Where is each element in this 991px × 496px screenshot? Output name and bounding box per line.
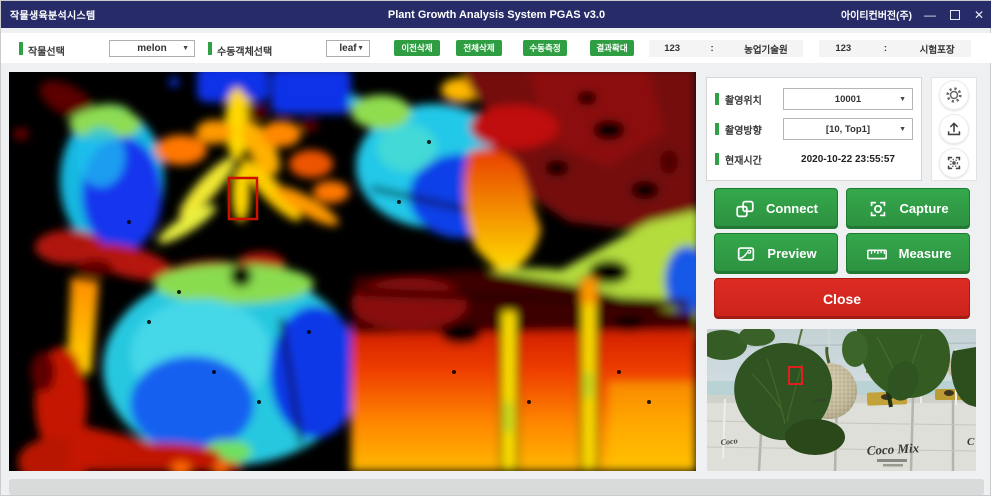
capture-location-dropdown[interactable]: 10001 ▼ — [783, 88, 913, 110]
preview-image-icon — [735, 243, 757, 265]
status-bar — [9, 479, 984, 495]
app-window: 작물생육분석시스템 Plant Growth Analysis System P… — [0, 0, 991, 496]
crop-select-dropdown[interactable]: melon ▼ — [109, 40, 195, 57]
preview-button[interactable]: Preview — [714, 233, 838, 274]
bag-text-partial: C — [967, 436, 975, 448]
ruler-icon — [865, 243, 889, 265]
result-zoom-button[interactable]: 결과확대 — [590, 40, 634, 56]
delete-all-button[interactable]: 전체삭제 — [456, 40, 502, 56]
object-select-dropdown[interactable]: leaf ▼ — [326, 40, 370, 57]
row-marker — [715, 153, 719, 165]
capture-icon — [867, 198, 889, 220]
minimize-icon[interactable]: — — [924, 9, 936, 21]
row-marker — [715, 93, 719, 105]
capture-direction-dropdown[interactable]: [10, Top1] ▼ — [783, 118, 913, 140]
capture-direction-row: 촬영방향 [10, Top1] ▼ — [715, 114, 913, 144]
object-select-label: 수동객체선택 — [217, 43, 272, 58]
photo-preview[interactable]: coco Coco Coco Mix C — [707, 329, 976, 471]
title-bar: 작물생육분석시스템 Plant Growth Analysis System P… — [1, 1, 991, 28]
row-marker — [715, 123, 719, 135]
institute-info-box: 123 : 농업기술원 — [649, 40, 803, 57]
close-button[interactable]: Close — [714, 278, 970, 319]
side-icon-panel — [931, 77, 977, 181]
depth-map-view[interactable] — [9, 72, 696, 471]
company-name: 아이티컨버전(주) — [841, 7, 912, 22]
field-name: 시험포장 — [920, 42, 955, 56]
connect-button[interactable]: Connect — [714, 188, 838, 229]
measure-button[interactable]: Measure — [846, 233, 970, 274]
maximize-icon[interactable] — [950, 10, 960, 20]
bag-text-tiny: coco — [814, 397, 826, 404]
current-time-row: 현재시간 2020-10-22 23:55:57 — [715, 144, 913, 174]
upload-icon — [944, 119, 964, 139]
close-icon[interactable]: ✕ — [974, 9, 984, 21]
toolbar: 작물선택 melon ▼ 수동객체선택 leaf ▼ 이전삭제 전체삭제 수동측… — [1, 33, 991, 63]
crop-select-label: 작물선택 — [28, 43, 65, 58]
current-time-value: 2020-10-22 23:55:57 — [783, 154, 913, 165]
chevron-down-icon: ▼ — [899, 96, 906, 103]
gear-icon — [944, 85, 964, 105]
capture-location-row: 촬영위치 10001 ▼ — [715, 84, 913, 114]
capture-location-label: 촬영위치 — [725, 92, 783, 107]
capture-direction-label: 촬영방향 — [725, 122, 783, 137]
institute-name: 농업기술원 — [744, 42, 788, 56]
manual-measure-button[interactable]: 수동측정 — [523, 40, 567, 56]
bag-text-large: Coco Mix — [866, 440, 920, 458]
settings-button[interactable] — [939, 80, 969, 110]
chevron-down-icon: ▼ — [899, 126, 906, 133]
object-select-marker — [208, 42, 212, 55]
institute-code: 123 — [664, 43, 680, 54]
connect-icon — [734, 198, 756, 220]
chevron-down-icon: ▼ — [357, 45, 364, 52]
auto-focus-button[interactable] — [939, 148, 969, 178]
capture-info-panel: 촬영위치 10001 ▼ 촬영방향 [10, Top1] ▼ 현재시간 2020… — [706, 77, 922, 181]
current-time-label: 현재시간 — [725, 152, 783, 167]
chevron-down-icon: ▼ — [182, 45, 189, 52]
upload-button[interactable] — [939, 114, 969, 144]
field-code: 123 — [835, 43, 851, 54]
focus-gear-icon — [944, 153, 964, 173]
crop-select-marker — [19, 42, 23, 55]
capture-button[interactable]: Capture — [846, 188, 970, 229]
delete-previous-button[interactable]: 이전삭제 — [394, 40, 440, 56]
bag-text-small: Coco — [720, 436, 738, 447]
field-info-box: 123 : 시험포장 — [819, 40, 971, 57]
